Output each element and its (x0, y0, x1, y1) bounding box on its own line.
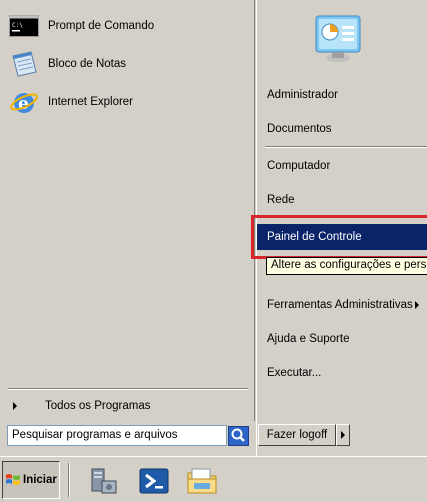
internet-explorer-icon: e (8, 88, 40, 116)
search-input[interactable]: Pesquisar programas e arquivos (7, 425, 227, 446)
item-label: Ferramentas Administrativas (267, 299, 413, 311)
svg-text:C:\: C:\ (12, 22, 23, 29)
chevron-right-icon (415, 301, 419, 309)
tooltip: Altere as configurações e personalize (266, 257, 427, 275)
search-button[interactable] (228, 426, 249, 446)
start-menu: C:\ Prompt de Comando Bloco de Notas e I… (0, 0, 427, 456)
logoff-options-button[interactable] (336, 424, 350, 446)
right-item-administrador[interactable]: Administrador (257, 82, 427, 108)
start-button[interactable]: Iniciar (2, 461, 60, 499)
windows-logo-icon (6, 474, 20, 485)
command-prompt-icon: C:\ (8, 12, 40, 40)
divider (265, 146, 427, 148)
start-menu-left-pane: C:\ Prompt de Comando Bloco de Notas e I… (0, 0, 255, 421)
program-notepad[interactable]: Bloco de Notas (8, 49, 248, 79)
start-label: Iniciar (23, 474, 57, 486)
notepad-icon (8, 50, 40, 78)
server-manager-icon[interactable] (88, 465, 120, 497)
powershell-icon[interactable] (138, 465, 170, 497)
chevron-right-icon (13, 402, 17, 410)
taskbar: Iniciar (0, 456, 427, 502)
all-programs-button[interactable]: Todos os Programas (8, 396, 248, 416)
program-internet-explorer[interactable]: e Internet Explorer (8, 87, 248, 117)
program-label: Prompt de Comando (48, 20, 155, 32)
search-icon (231, 428, 245, 442)
logoff-button[interactable]: Fazer logoff (258, 424, 336, 446)
right-item-documentos[interactable]: Documentos (257, 116, 427, 142)
windows-explorer-icon[interactable] (186, 465, 218, 497)
right-item-executar[interactable]: Executar... (257, 360, 427, 386)
divider (8, 388, 248, 390)
right-item-ferramentas-administrativas[interactable]: Ferramentas Administrativas (257, 292, 427, 318)
program-command-prompt[interactable]: C:\ Prompt de Comando (8, 11, 248, 41)
logoff-label: Fazer logoff (266, 429, 328, 441)
right-item-rede[interactable]: Rede (257, 187, 427, 213)
program-label: Internet Explorer (48, 96, 134, 108)
divider (68, 463, 70, 497)
highlight-box (251, 215, 427, 259)
control-panel-user-icon (314, 14, 362, 66)
right-item-computador[interactable]: Computador (257, 153, 427, 179)
right-item-ajuda-e-suporte[interactable]: Ajuda e Suporte (257, 326, 427, 352)
program-label: Bloco de Notas (48, 58, 126, 70)
all-programs-label: Todos os Programas (45, 400, 151, 412)
